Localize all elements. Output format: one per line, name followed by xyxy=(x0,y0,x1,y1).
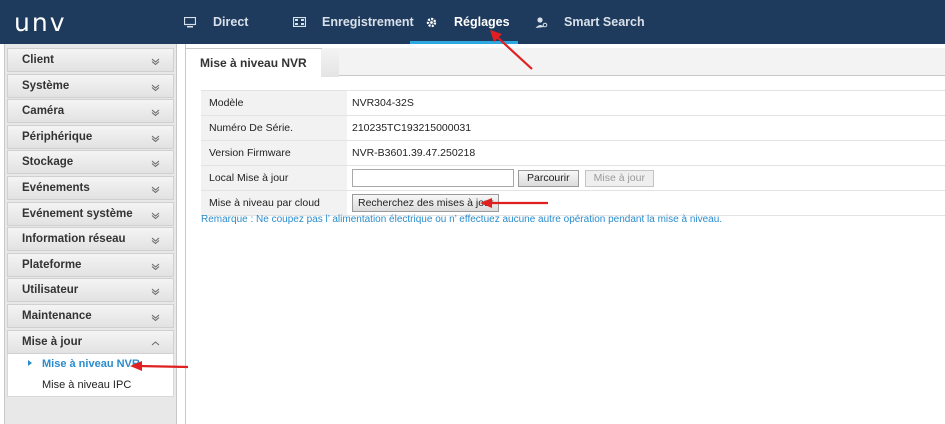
sidebar-item-utilisateur[interactable]: Utilisateur xyxy=(7,278,174,303)
chevron-down-icon xyxy=(151,210,160,219)
field-label: Modèle xyxy=(201,91,347,115)
sidebar-subitem-label: Mise à niveau IPC xyxy=(42,379,132,392)
row-local-mise-a-jour: Local Mise à jour Parcourir Mise à jour xyxy=(201,166,945,191)
cloud-upgrade-controls: Recherchez des mises à jour xyxy=(347,194,505,212)
sidebar-subitem-mise-a-niveau-nvr[interactable]: Mise à niveau NVR xyxy=(8,354,173,375)
person-search-icon xyxy=(534,15,548,29)
file-path-input[interactable] xyxy=(352,169,514,187)
chevron-down-icon xyxy=(151,56,160,66)
sidebar-subitem-mise-a-niveau-ipc[interactable]: Mise à niveau IPC xyxy=(8,375,173,396)
sidebar-item-label: Utilisateur xyxy=(22,284,79,297)
sidebar-item-label: Caméra xyxy=(22,105,65,118)
chevron-up-icon xyxy=(151,338,160,346)
settings-sidebar: Client Système Caméra Périphérique Stock… xyxy=(4,44,177,424)
nav-reglages-label: Réglages xyxy=(454,15,510,29)
sidebar-item-mise-a-jour[interactable]: Mise à jour xyxy=(7,329,174,354)
remark-text: Remarque : Ne coupez pas l’ alimentation… xyxy=(201,214,723,225)
sidebar-item-plateforme[interactable]: Plateforme xyxy=(7,252,174,277)
nav-smart-search-label: Smart Search xyxy=(564,15,645,29)
sidebar-item-evenements[interactable]: Evénements xyxy=(7,175,174,200)
chevron-down-icon xyxy=(151,158,160,168)
sidebar-item-maintenance[interactable]: Maintenance xyxy=(7,303,174,328)
sidebar-item-client[interactable]: Client xyxy=(7,48,174,72)
chevron-down-icon xyxy=(151,261,160,270)
sidebar-item-evenement-systeme[interactable]: Evénement système xyxy=(7,201,174,226)
monitor-icon xyxy=(183,15,197,29)
sidebar-item-label: Information réseau xyxy=(22,233,126,246)
check-updates-button[interactable]: Recherchez des mises à jour xyxy=(352,194,500,212)
field-label: Numéro De Série. xyxy=(201,116,347,140)
sidebar-subitem-label: Mise à niveau NVR xyxy=(42,358,140,371)
nav-enregistrement[interactable]: Enregistrement xyxy=(292,0,414,44)
row-numero-serie: Numéro De Série. 210235TC193215000031 xyxy=(201,116,945,141)
chevron-down-icon xyxy=(151,235,160,245)
upgrade-form: Modèle NVR304-32S Numéro De Série. 21023… xyxy=(201,90,945,216)
sidebar-item-peripherique[interactable]: Périphérique xyxy=(7,124,174,149)
selected-triangle-icon xyxy=(28,359,32,366)
nav-smart-search[interactable]: Smart Search xyxy=(534,0,645,44)
top-bar: unv Direct Enregistrement Réglages Smart… xyxy=(0,0,945,44)
field-label: Mise à niveau par cloud xyxy=(201,191,347,215)
sidebar-item-label: Client xyxy=(22,54,54,66)
field-value: NVR304-32S xyxy=(352,97,414,109)
field-label: Local Mise à jour xyxy=(201,166,347,190)
tab-bar: Mise à niveau NVR xyxy=(186,48,945,77)
sidebar-item-label: Evénements xyxy=(22,181,90,194)
row-modele: Modèle NVR304-32S xyxy=(201,91,945,116)
row-version-firmware: Version Firmware NVR-B3601.39.47.250218 xyxy=(201,141,945,166)
field-value: 210235TC193215000031 xyxy=(352,122,472,134)
sidebar-item-information-reseau[interactable]: Information réseau xyxy=(7,227,174,252)
main-content: Mise à niveau NVR Modèle NVR304-32S Numé… xyxy=(185,44,945,424)
film-icon xyxy=(292,15,306,29)
browse-button[interactable]: Parcourir xyxy=(518,169,579,187)
field-label: Version Firmware xyxy=(201,141,347,165)
sidebar-item-label: Maintenance xyxy=(22,309,92,322)
sidebar-item-label: Système xyxy=(22,79,70,92)
local-upgrade-controls: Parcourir Mise à jour xyxy=(347,169,660,187)
sidebar-item-label: Périphérique xyxy=(22,130,93,143)
sidebar-item-label: Plateforme xyxy=(22,258,82,271)
sidebar-item-label: Mise à jour xyxy=(22,335,83,348)
tab-mise-a-niveau-nvr[interactable]: Mise à niveau NVR xyxy=(186,48,339,77)
chevron-down-icon xyxy=(151,184,160,194)
row-mise-a-niveau-cloud: Mise à niveau par cloud Recherchez des m… xyxy=(201,191,945,216)
nav-direct-label: Direct xyxy=(213,15,249,29)
sidebar-item-systeme[interactable]: Système xyxy=(7,73,174,98)
chevron-down-icon xyxy=(151,133,160,142)
sidebar-item-stockage[interactable]: Stockage xyxy=(7,150,174,175)
nav-enregistrement-label: Enregistrement xyxy=(322,15,414,29)
gear-icon xyxy=(424,15,438,29)
sidebar-item-label: Stockage xyxy=(22,156,74,169)
chevron-down-icon xyxy=(151,286,160,296)
nav-reglages[interactable]: Réglages xyxy=(410,0,518,44)
field-value: NVR-B3601.39.47.250218 xyxy=(352,147,476,159)
chevron-down-icon xyxy=(151,312,160,322)
nav-direct[interactable]: Direct xyxy=(183,0,248,44)
sidebar-item-camera[interactable]: Caméra xyxy=(7,99,174,124)
sidebar-submenu-mise-a-jour: Mise à niveau NVR Mise à niveau IPC xyxy=(7,353,174,397)
brand-logo: unv xyxy=(14,8,67,37)
upgrade-button[interactable]: Mise à jour xyxy=(584,169,654,187)
chevron-down-icon xyxy=(151,82,160,91)
chevron-down-icon xyxy=(151,107,160,117)
sidebar-item-label: Evénement système xyxy=(22,207,133,220)
